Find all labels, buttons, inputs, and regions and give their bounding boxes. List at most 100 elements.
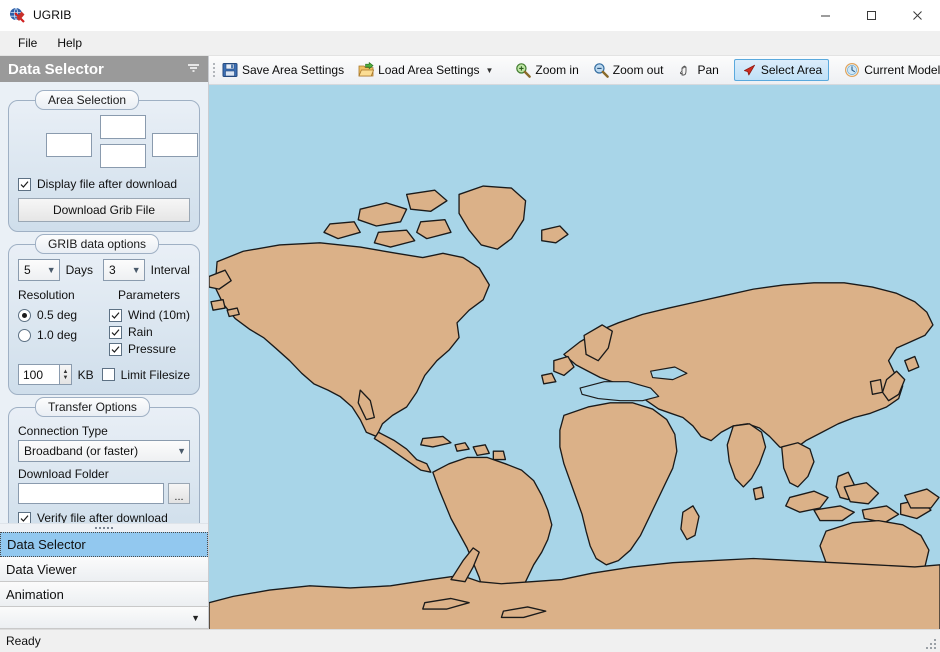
zoom-in-button[interactable]: Zoom in [508,59,585,81]
dock-body: Area Selection Display file after downlo… [0,82,208,523]
maximize-button[interactable] [848,0,894,30]
pan-button[interactable]: Pan [670,59,725,81]
close-button[interactable] [894,0,940,30]
sidebar-item-data-selector[interactable]: Data Selector [0,532,208,557]
grib-two-column: 0.5 deg 1.0 deg Wind (10m) Rain Pressure [18,305,190,356]
status-bar: Ready [0,629,940,652]
sidebar-item-animation[interactable]: Animation [0,582,208,607]
sidebar-item-data-viewer[interactable]: Data Viewer [0,557,208,582]
filesize-row: 100 ▲ ▼ KB Limit Filesize [18,364,190,385]
grib-column-headers: Resolution Parameters [18,288,190,302]
ugrib-window: UGRIB File Help Data Selector Area Selec… [0,0,940,652]
parameter-wind-row[interactable]: Wind (10m) [108,308,190,322]
world-map-canvas[interactable] [209,85,940,629]
window-controls [802,0,940,30]
zoom-out-button[interactable]: Zoom out [586,59,671,81]
filesize-stepper[interactable]: ▲ ▼ [60,364,72,385]
area-selection-caption: Area Selection [35,90,140,110]
connection-type-value: Broadband (or faster) [24,444,139,458]
grib-data-options-group: GRIB data options 5 ▼ Days 3 ▼ Interval [8,234,200,395]
resolution-10-label: 1.0 deg [37,328,78,342]
minimize-button[interactable] [802,0,848,30]
download-grib-file-button[interactable]: Download Grib File [18,198,190,222]
parameter-rain-checkbox[interactable] [108,325,122,339]
resolution-05-radio[interactable] [18,308,31,322]
chevron-down-icon: ▼ [191,612,200,623]
menu-item-file[interactable]: File [8,33,47,53]
dock-nav-list: Data Selector Data Viewer Animation ▼ [0,532,208,629]
clock-icon [844,62,860,78]
interval-value: 3 [108,263,116,277]
area-selection-group: Area Selection Display file after downlo… [8,90,200,232]
chevron-down-icon: ▼ [131,265,141,275]
dock-title: Data Selector [8,60,104,78]
select-area-label: Select Area [760,63,823,77]
resolution-option-10[interactable]: 1.0 deg [18,328,109,342]
download-folder-input[interactable] [18,483,164,504]
parameter-rain-row[interactable]: Rain [108,325,190,339]
zoom-out-label: Zoom out [612,63,664,77]
display-after-download-checkbox[interactable] [18,177,31,191]
days-select[interactable]: 5 ▼ [18,259,60,281]
load-area-settings-label: Load Area Settings [378,63,480,77]
zoom-in-label: Zoom in [535,63,579,77]
chevron-down-icon: ▼ [177,446,186,456]
resolution-05-label: 0.5 deg [37,308,78,322]
parameter-pressure-row[interactable]: Pressure [108,342,190,356]
display-after-download-row[interactable]: Display file after download [18,177,190,191]
south-latitude-input[interactable] [100,144,146,168]
verify-after-download-checkbox[interactable] [18,511,31,523]
parameter-wind-checkbox[interactable] [108,308,122,322]
zoom-out-icon [593,62,609,78]
title-bar: UGRIB [0,0,940,31]
chevron-down-icon[interactable]: ▼ [486,66,494,75]
days-value: 5 [24,263,31,277]
load-area-settings-button[interactable]: Load Area Settings ▼ [351,59,500,81]
east-longitude-input[interactable] [152,133,198,157]
filesize-input[interactable]: 100 [18,364,61,385]
menu-bar: File Help [0,31,940,56]
limit-filesize-checkbox[interactable] [101,368,115,381]
menu-item-help[interactable]: Help [47,33,92,53]
transfer-options-caption: Transfer Options [35,397,150,417]
save-floppy-icon [222,62,238,78]
limit-filesize-label: Limit Filesize [120,367,190,382]
west-longitude-input[interactable] [46,133,92,157]
dock-splitter[interactable] [0,523,208,532]
pan-hand-icon [677,62,693,78]
connection-type-label: Connection Type [18,424,108,438]
interval-select[interactable]: 3 ▼ [102,259,145,281]
save-area-settings-button[interactable]: Save Area Settings [215,59,351,81]
dock-header: Data Selector [0,56,208,82]
current-model-time-label: Current Model Time [864,63,940,77]
verify-after-download-row[interactable]: Verify file after download [18,511,190,523]
parameter-pressure-label: Pressure [127,342,177,356]
grib-data-options-caption: GRIB data options [35,234,160,254]
status-message: Ready [6,634,41,648]
auto-hide-pin-icon[interactable] [187,63,200,75]
select-area-button[interactable]: Select Area [733,59,830,81]
resolution-option-05[interactable]: 0.5 deg [18,308,109,322]
parameter-wind-label: Wind (10m) [127,308,190,322]
map-toolbar: Save Area Settings Load Area Settings ▼ [209,56,940,85]
parameter-pressure-checkbox[interactable] [108,342,122,356]
main-body: Data Selector Area Selection Display fil… [0,56,940,629]
nav-overflow-button[interactable]: ▼ [0,607,208,629]
resolution-10-radio[interactable] [18,328,31,342]
transfer-options-group: Transfer Options Connection Type Broadba… [8,397,200,523]
verify-after-download-label: Verify file after download [37,511,168,523]
zoom-in-icon [515,62,532,78]
pan-label: Pan [697,63,719,77]
north-latitude-input[interactable] [100,115,146,139]
interval-label: Interval [150,263,190,277]
parameter-rain-label: Rain [127,325,153,339]
stepper-down-icon: ▼ [62,374,69,381]
connection-type-select[interactable]: Broadband (or faster) ▼ [18,440,190,462]
splitter-grip-icon [95,527,113,529]
open-folder-icon [358,61,375,78]
parameters-checkbox-group: Wind (10m) Rain Pressure [108,305,190,356]
data-selector-dock: Data Selector Area Selection Display fil… [0,56,208,629]
current-model-time-button[interactable]: Current Model Time [837,59,940,81]
resize-grip-icon[interactable] [926,639,936,649]
browse-folder-button[interactable]: ... [168,483,190,504]
